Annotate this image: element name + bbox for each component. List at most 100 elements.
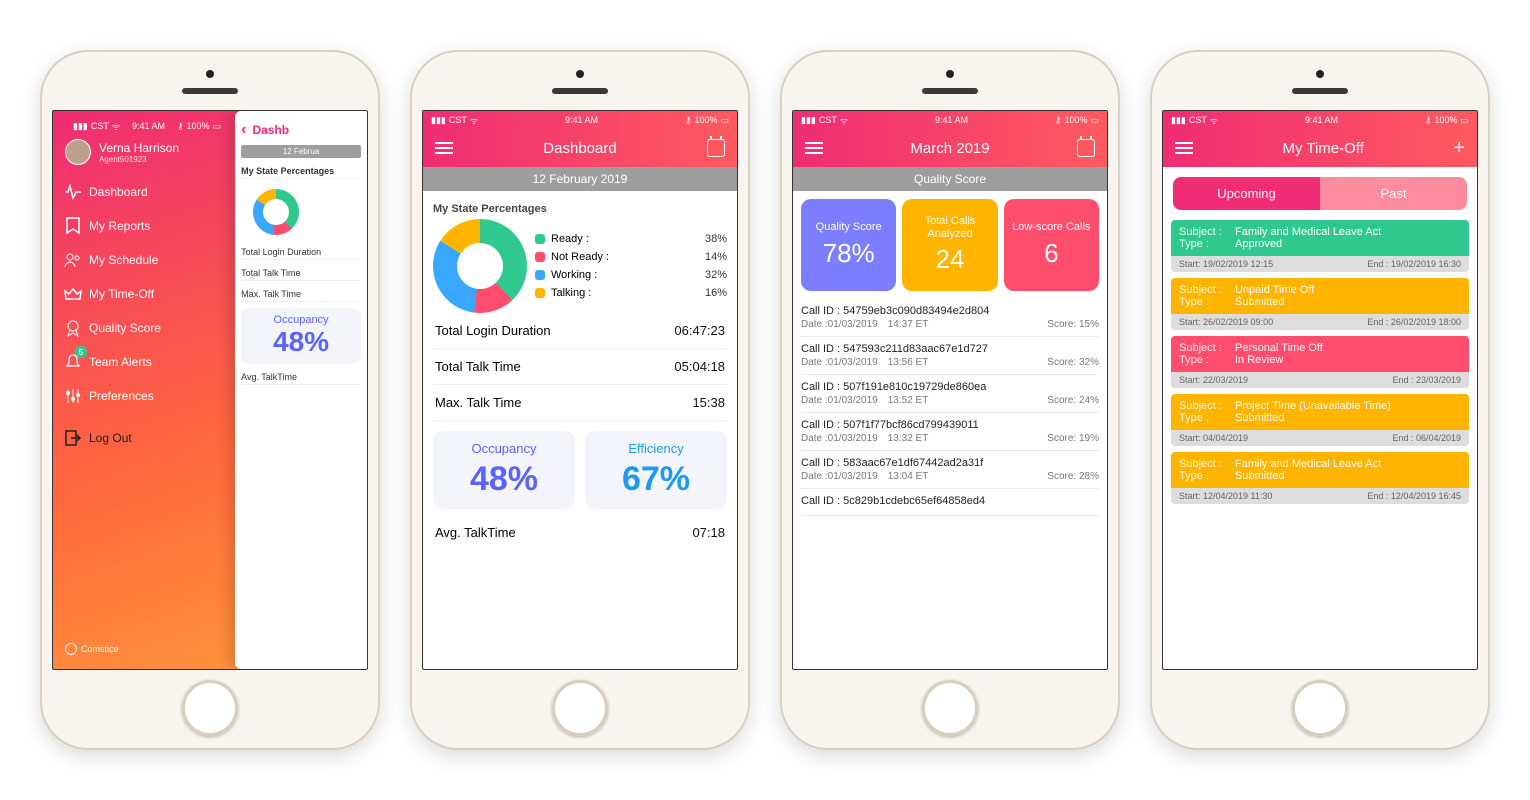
phone-2: ▮▮▮CSTᯤ 9:41 AM ⚷100%▭ Dashboard 12 Febr… <box>410 50 750 750</box>
wifi-icon: ᯤ <box>1210 114 1218 127</box>
avg-talktime: Avg. TalkTime <box>241 370 361 385</box>
status-bar: ▮▮▮CSTᯤ 9:41 AM ⚷100%▭ <box>793 111 1107 129</box>
call-row[interactable]: Call ID : 5c829b1cdebc65ef64858ed4 <box>801 489 1099 516</box>
user-name: Verna Harrison <box>99 141 179 155</box>
stat-label: Max. Talk Time <box>241 287 361 302</box>
stat-label: Total Login Duration <box>241 245 361 260</box>
kpi-value: 67% <box>591 460 721 499</box>
add-icon[interactable]: + <box>1453 138 1465 158</box>
menu-icon[interactable] <box>435 142 453 154</box>
kpi-efficiency: Efficiency 67% <box>585 431 727 509</box>
dashboard-screen: ▮▮▮CSTᯤ 9:41 AM ⚷100%▭ Dashboard 12 Febr… <box>422 110 738 670</box>
page-title: Dashboard <box>543 140 616 157</box>
kpi-label: Efficiency <box>591 441 721 456</box>
menu-list: Dashboard My Reports My Schedule My Time-Of… <box>65 179 229 451</box>
calendar-icon[interactable] <box>707 139 725 157</box>
clock: 9:41 AM <box>565 115 598 125</box>
side-menu-screen: ▮▮▮CSTᯤ 9:41 AM ⚷100%▭ Verna Harrison Ag… <box>52 110 368 670</box>
avatar <box>65 139 91 165</box>
crown-icon <box>65 286 81 302</box>
call-row[interactable]: Call ID : 507f191e810c19729de860eaDate :… <box>801 375 1099 413</box>
phone-4: ▮▮▮CSTᯤ 9:41 AM ⚷100%▭ My Time-Off + Upc… <box>1150 50 1490 750</box>
sidebar-item-preferences[interactable]: Preferences <box>65 383 229 409</box>
peek-title: Dashb <box>252 123 289 137</box>
request-card[interactable]: Subject :Family and Medical Leave ActTyp… <box>1171 452 1469 504</box>
menu-label: My Reports <box>89 219 150 233</box>
bluetooth-icon: ⚷ <box>685 115 692 126</box>
menu-label: Team Alerts <box>89 355 152 369</box>
people-icon <box>65 252 81 268</box>
status-bar: ▮▮▮CSTᯤ 9:41 AM ⚷100%▭ <box>423 111 737 129</box>
donut-chart <box>433 219 527 313</box>
battery-icon: ▭ <box>720 115 729 126</box>
date-subheader: 12 February 2019 <box>423 167 737 191</box>
request-card[interactable]: Subject :Unpaid Time OffType :SubmittedS… <box>1171 278 1469 330</box>
sliders-icon <box>65 388 81 404</box>
request-card[interactable]: Subject :Family and Medical Leave ActTyp… <box>1171 220 1469 272</box>
home-button[interactable] <box>1292 680 1348 736</box>
kpi-occupancy: Occupancy 48% <box>241 308 361 364</box>
menu-label: Preferences <box>89 389 154 403</box>
signal-icon: ▮▮▮ <box>431 115 446 126</box>
wifi-icon: ᯤ <box>112 120 120 133</box>
donut-chart-small <box>253 189 299 235</box>
home-button[interactable] <box>922 680 978 736</box>
tab-upcoming[interactable]: Upcoming <box>1173 177 1320 210</box>
menu-icon[interactable] <box>805 142 823 154</box>
stat-row: Max. Talk Time15:38 <box>433 385 727 421</box>
sidebar-item-my-time-off[interactable]: My Time-Off <box>65 281 229 307</box>
wifi-icon: ᯤ <box>470 114 478 127</box>
bluetooth-icon: ⚷ <box>1425 115 1432 126</box>
dashboard-peek[interactable]: ‹Dashb 12 Februa My State Percentages To… <box>235 111 367 669</box>
sidebar-item-team-alerts[interactable]: Team Alerts5 <box>65 349 229 375</box>
call-row[interactable]: Call ID : 54759eb3c090d83494e2d804Date :… <box>801 299 1099 337</box>
wifi-icon: ᯤ <box>840 114 848 127</box>
battery: 100% <box>187 121 210 131</box>
profile[interactable]: Verna Harrison Agent501923 <box>65 139 229 165</box>
timeoff-screen: ▮▮▮CSTᯤ 9:41 AM ⚷100%▭ My Time-Off + Upc… <box>1162 110 1478 670</box>
sidebar-item-dashboard[interactable]: Dashboard <box>65 179 229 205</box>
call-row[interactable]: Call ID : 507f1f77bcf86cd799439011Date :… <box>801 413 1099 451</box>
kpi-occupancy: Occupancy 48% <box>433 431 575 509</box>
peek-section-title: My State Percentages <box>241 164 361 179</box>
back-icon[interactable]: ‹ <box>241 121 246 139</box>
request-card[interactable]: Subject :Personal Time OffType :In Revie… <box>1171 336 1469 388</box>
sidebar-item-my-reports[interactable]: My Reports <box>65 213 229 239</box>
avg-label: Avg. TalkTime <box>435 525 516 540</box>
menu-label: My Time-Off <box>89 287 154 301</box>
menu-label: Log Out <box>89 431 132 445</box>
stat-row: Total Talk Time05:04:18 <box>433 349 727 385</box>
call-row[interactable]: Call ID : 547593c211d83aac67e1d727Date :… <box>801 337 1099 375</box>
side-menu: ▮▮▮CSTᯤ 9:41 AM ⚷100%▭ Verna Harrison Ag… <box>53 111 235 669</box>
sidebar-item-quality-score[interactable]: Quality Score <box>65 315 229 341</box>
page-title: My Time-Off <box>1282 140 1363 157</box>
battery-icon: ▭ <box>213 121 222 132</box>
calendar-icon[interactable] <box>1077 139 1095 157</box>
logout-icon <box>65 430 81 446</box>
request-list: Subject :Family and Medical Leave ActTyp… <box>1163 220 1477 504</box>
clock: 9:41 AM <box>132 121 165 131</box>
signal-icon: ▮▮▮ <box>73 121 88 132</box>
subtitle: Quality Score <box>793 167 1107 191</box>
card-low-score[interactable]: Low-score Calls6 <box>1004 199 1099 291</box>
legend-item: Not Ready :14% <box>535 251 727 263</box>
legend-item: Working :32% <box>535 269 727 281</box>
sidebar-item-my-schedule[interactable]: My Schedule <box>65 247 229 273</box>
kpi-label: Occupancy <box>245 314 357 326</box>
home-button[interactable] <box>182 680 238 736</box>
menu-label: Dashboard <box>89 185 148 199</box>
kpi-label: Occupancy <box>439 441 569 456</box>
card-quality-score[interactable]: Quality Score78% <box>801 199 896 291</box>
call-row[interactable]: Call ID : 583aac67e1df67442ad2a31fDate :… <box>801 451 1099 489</box>
bluetooth-icon: ⚷ <box>177 121 184 132</box>
card-total-calls[interactable]: Total Calls Analyzed24 <box>902 199 997 291</box>
sidebar-item-log-out[interactable]: Log Out <box>65 425 229 451</box>
pulse-icon <box>65 184 81 200</box>
phone-3: ▮▮▮CSTᯤ 9:41 AM ⚷100%▭ March 2019 Qualit… <box>780 50 1120 750</box>
quality-screen: ▮▮▮CSTᯤ 9:41 AM ⚷100%▭ March 2019 Qualit… <box>792 110 1108 670</box>
tab-past[interactable]: Past <box>1320 177 1467 210</box>
page-title: March 2019 <box>910 140 989 157</box>
home-button[interactable] <box>552 680 608 736</box>
menu-icon[interactable] <box>1175 142 1193 154</box>
request-card[interactable]: Subject :Project Time (Unavailable Time)… <box>1171 394 1469 446</box>
